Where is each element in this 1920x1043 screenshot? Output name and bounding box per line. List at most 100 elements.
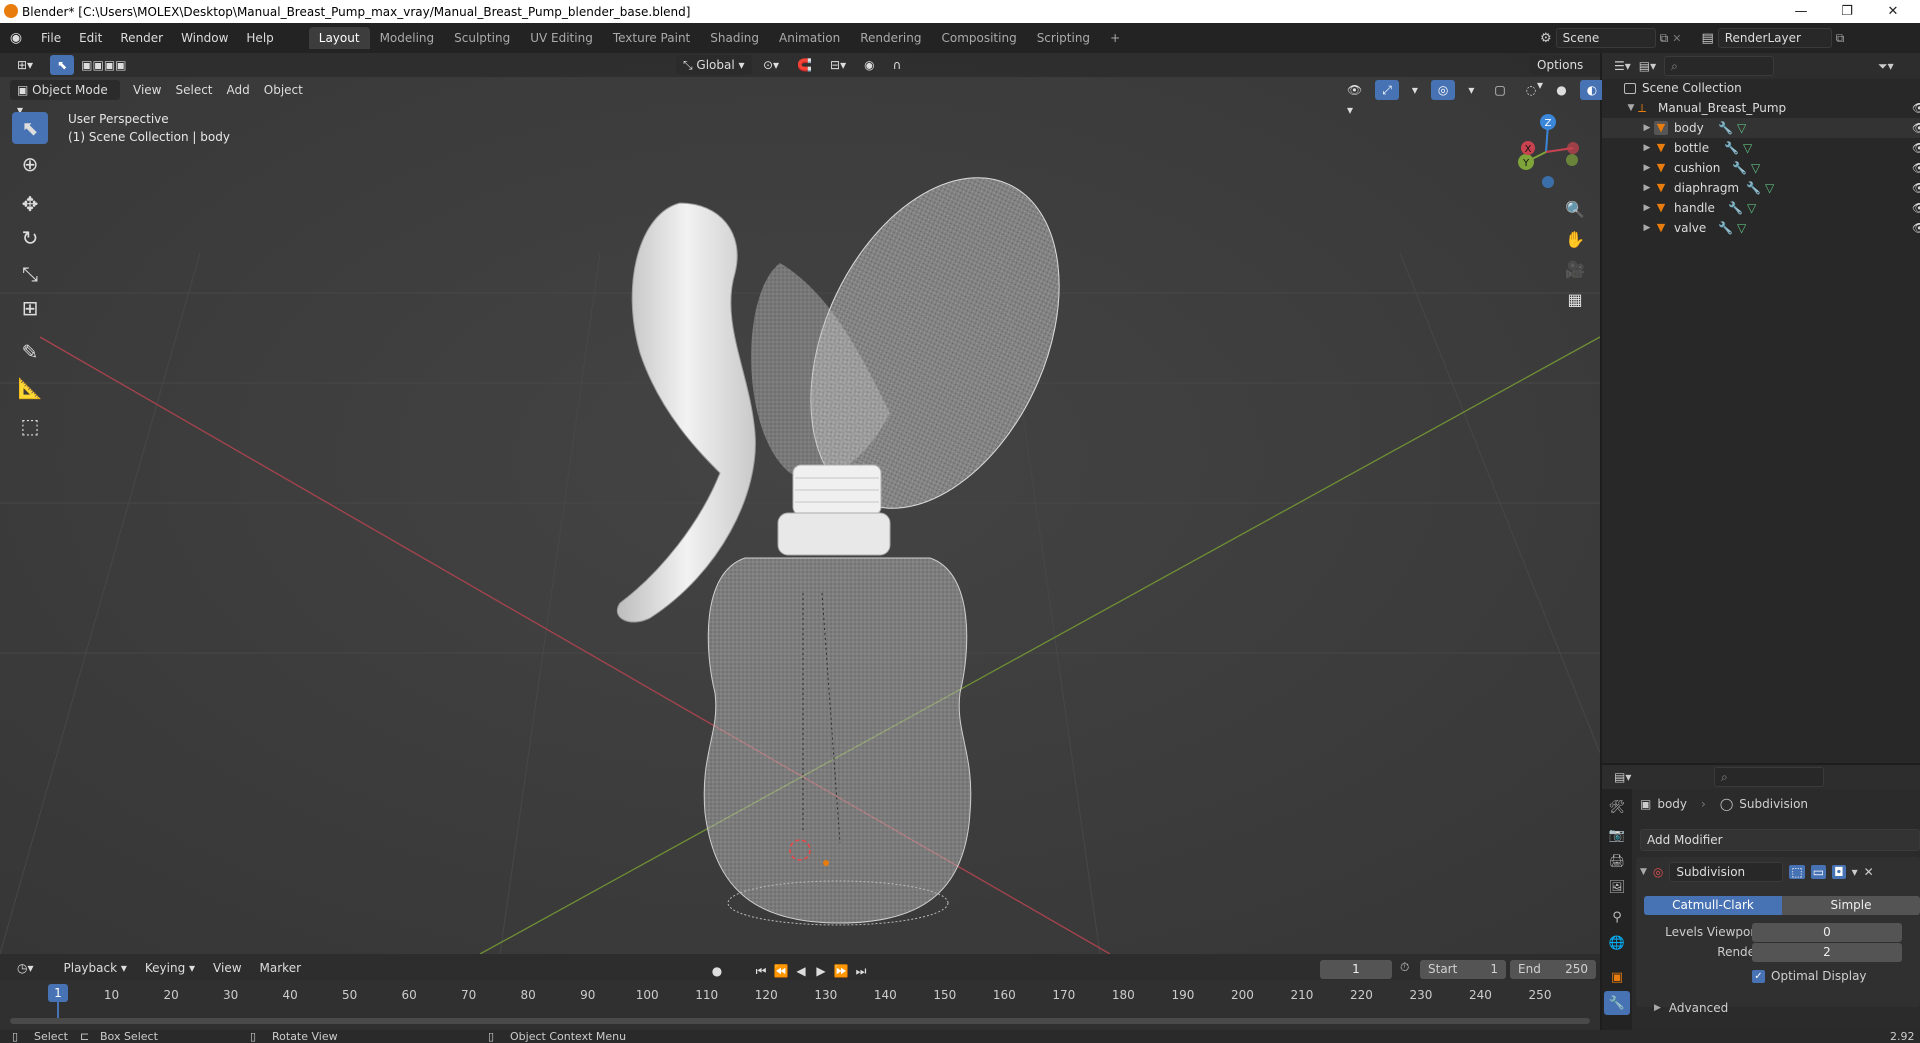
add-cube-tool[interactable]: ⬚ — [12, 410, 48, 442]
add-modifier-button[interactable]: Add Modifier — [1640, 829, 1920, 851]
menu-window[interactable]: Window — [172, 23, 237, 53]
properties-editor-icon[interactable]: ▤▾ — [1614, 770, 1631, 784]
tab-uv-editing[interactable]: UV Editing — [520, 27, 603, 49]
outliner-item-handle[interactable]: ▶ ▼ handle 🔧 ▽ 👁 — [1602, 198, 1920, 218]
material-shading-icon[interactable]: ◐ — [1579, 80, 1605, 100]
pivot-point-icon[interactable]: ⊙▾ — [756, 55, 786, 75]
start-frame-field[interactable]: Start 1 — [1420, 960, 1506, 979]
menu-file[interactable]: File — [32, 23, 70, 53]
jump-start-icon[interactable]: ⏮ — [752, 962, 770, 980]
falloff-icon[interactable]: ∩ — [886, 55, 909, 75]
eye-icon[interactable]: 👁 — [1912, 121, 1920, 135]
expand-triangle-icon[interactable]: ▶ — [1640, 223, 1654, 233]
levels-viewport-field[interactable]: 0 — [1752, 923, 1902, 942]
advanced-subpanel[interactable]: ▶ Advanced — [1654, 1001, 1728, 1015]
tab-sculpting[interactable]: Sculpting — [444, 27, 520, 49]
scene-icon[interactable]: ⚙ — [1540, 31, 1552, 46]
timeline-editor-icon[interactable]: ◷▾ — [10, 958, 41, 978]
mode-dropdown[interactable]: ▣ Object Mode ▾ — [10, 80, 120, 117]
outliner-item-body[interactable]: ▶ ▼ body 🔧 ▽ 👁 — [1602, 118, 1920, 138]
selection-modes-icon[interactable]: ▣▣▣▣ — [74, 55, 133, 75]
annotate-tool[interactable]: ✎ — [12, 336, 48, 368]
proportional-edit-icon[interactable]: ◉ — [857, 55, 881, 75]
modifier-menu-icon[interactable]: ▾ — [1852, 865, 1858, 879]
new-view-layer-icon[interactable]: ⧉ — [1836, 31, 1845, 46]
mesh-data-icon[interactable]: ▽ — [1737, 221, 1746, 235]
outliner-item-cushion[interactable]: ▶ ▼ cushion 🔧 ▽ 👁 — [1602, 158, 1920, 178]
editor-type-icon[interactable]: ⊞▾ — [10, 55, 40, 75]
transform-orientation-dropdown[interactable]: ⤡ Global ▾ — [676, 55, 752, 75]
scene-collection-row[interactable]: Scene Collection — [1602, 78, 1920, 98]
menu-object[interactable]: Object — [257, 80, 310, 100]
xray-icon[interactable]: ▢ — [1487, 80, 1512, 100]
select-box-tool[interactable]: ⬉ — [12, 112, 48, 144]
expand-triangle-icon[interactable]: ▶ — [1640, 143, 1654, 153]
optimal-display-row[interactable]: ✓ Optimal Display — [1752, 969, 1867, 983]
blender-menu-icon[interactable]: ◉ — [0, 30, 32, 46]
stopwatch-icon[interactable]: ⏱ — [1400, 960, 1409, 975]
menu-timeline-view[interactable]: View — [206, 958, 248, 978]
snap-icon[interactable]: 🧲 — [790, 55, 819, 75]
scale-tool[interactable]: ⤡ — [12, 258, 48, 290]
outliner-editor-icon[interactable]: ☰▾ — [1614, 59, 1631, 73]
move-tool[interactable]: ✥ — [12, 188, 48, 220]
tab-rendering[interactable]: Rendering — [850, 27, 931, 49]
expand-triangle-icon[interactable]: ▶ — [1640, 123, 1654, 133]
playhead[interactable]: 1 — [48, 984, 68, 1002]
modifier-wrench-icon[interactable]: 🔧 — [1728, 201, 1743, 215]
modifier-name-input[interactable]: Subdivision — [1669, 862, 1784, 882]
world-tab-icon[interactable]: 🌐 — [1604, 931, 1630, 955]
render-toggle-icon[interactable]: ◘ — [1832, 865, 1846, 879]
scene-field[interactable]: Scene — [1555, 28, 1656, 48]
restore-button[interactable]: ❐ — [1824, 0, 1870, 23]
menu-help[interactable]: Help — [237, 23, 282, 53]
modifier-wrench-icon[interactable]: 🔧 — [1732, 161, 1747, 175]
expand-triangle-icon[interactable]: ▶ — [1640, 183, 1654, 193]
mesh-data-icon[interactable]: ▽ — [1747, 201, 1756, 215]
properties-search-input[interactable]: ⌕ — [1714, 767, 1824, 787]
tab-compositing[interactable]: Compositing — [931, 27, 1026, 49]
eye-icon[interactable]: 👁 — [1912, 221, 1920, 235]
overlays-icon[interactable]: ◎ — [1430, 80, 1456, 100]
prev-keyframe-icon[interactable]: ⏪ — [772, 962, 790, 980]
menu-edit[interactable]: Edit — [70, 23, 111, 53]
display-mode-icon[interactable]: ▤▾ — [1639, 59, 1656, 73]
collection-row[interactable]: ▼ ⟂ Manual_Breast_Pump 👁 — [1602, 98, 1920, 118]
gizmo-options-icon[interactable]: ▾ — [1405, 80, 1425, 100]
close-button[interactable]: ✕ — [1870, 0, 1916, 23]
wireframe-shading-icon[interactable]: ◌ — [1519, 80, 1543, 100]
menu-add[interactable]: Add — [220, 80, 257, 100]
menu-select[interactable]: Select — [168, 80, 219, 100]
mesh-data-icon[interactable]: ▽ — [1737, 121, 1746, 135]
menu-render[interactable]: Render — [111, 23, 172, 53]
menu-keying[interactable]: Keying ▾ — [138, 958, 202, 978]
new-scene-icon[interactable]: ⧉ — [1660, 31, 1669, 46]
eye-icon[interactable]: 👁 — [1912, 141, 1920, 155]
tab-scripting[interactable]: Scripting — [1027, 27, 1100, 49]
navigation-gizmo[interactable]: Z Y X — [1508, 110, 1588, 192]
outliner-item-diaphragm[interactable]: ▶ ▼ diaphragm 🔧 ▽ 👁 — [1602, 178, 1920, 198]
outliner-item-valve[interactable]: ▶ ▼ valve 🔧 ▽ 👁 — [1602, 218, 1920, 238]
cursor-tool[interactable]: ⊕ — [12, 148, 48, 180]
mesh-data-icon[interactable]: ▽ — [1765, 181, 1774, 195]
eye-icon[interactable]: 👁 — [1912, 161, 1920, 175]
scene-tab-icon[interactable]: ⚲ — [1604, 905, 1630, 929]
render-levels-field[interactable]: 2 — [1752, 943, 1902, 962]
perspective-grid-icon[interactable]: ▦ — [1560, 284, 1590, 314]
collapse-triangle-icon[interactable]: ▼ — [1640, 867, 1647, 877]
render-tab-icon[interactable]: 📷 — [1604, 823, 1630, 847]
add-workspace-button[interactable]: + — [1100, 27, 1130, 49]
outliner-item-bottle[interactable]: ▶ ▼ bottle 🔧 ▽ 👁 — [1602, 138, 1920, 158]
expand-triangle-icon[interactable]: ▶ — [1654, 1003, 1661, 1013]
remove-modifier-icon[interactable]: ✕ — [1864, 865, 1874, 879]
end-frame-field[interactable]: End 250 — [1510, 960, 1596, 979]
expand-triangle-icon[interactable]: ▶ — [1640, 163, 1654, 173]
next-keyframe-icon[interactable]: ⏩ — [832, 962, 850, 980]
3d-viewport[interactable] — [0, 53, 1600, 954]
outliner-search-input[interactable]: ⌕ — [1664, 56, 1775, 76]
play-reverse-icon[interactable]: ◀ — [792, 962, 810, 980]
options-dropdown[interactable]: Options ▾ — [1530, 55, 1600, 92]
remove-scene-icon[interactable]: ✕ — [1672, 32, 1681, 45]
menu-view[interactable]: View — [126, 80, 168, 100]
tab-shading[interactable]: Shading — [700, 27, 769, 49]
